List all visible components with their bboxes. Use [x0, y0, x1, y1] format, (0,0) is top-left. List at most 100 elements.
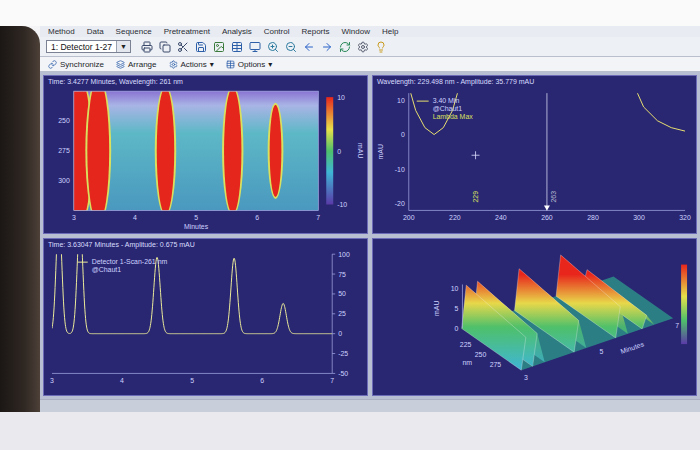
legend-item: @Chaut1: [92, 266, 122, 273]
contour-peak: [85, 91, 111, 210]
spectrum-plot[interactable]: 100-10-20200220240260280300320mAU2292633…: [373, 87, 696, 233]
menu-bar: Method Data Sequence Pretreatment Analysis Co…: [40, 26, 700, 37]
toolbar-button[interactable]: [356, 39, 371, 54]
y-axis-label: mAU: [377, 144, 384, 159]
toolbar-button[interactable]: [176, 39, 191, 54]
y-tick: -50: [332, 369, 348, 376]
chromatogram-plot[interactable]: 1007550250-25-5034567Detector 1-Scan-261…: [44, 250, 367, 396]
z-tick: 0: [455, 324, 459, 331]
table-icon[interactable]: [231, 41, 243, 53]
contour-plot[interactable]: 25027530034567Minutes100-10mAU: [44, 87, 367, 233]
cursor-marker-icon[interactable]: [544, 205, 550, 210]
view-button[interactable]: Options▾: [226, 60, 273, 69]
z-tick: 5: [455, 304, 459, 311]
marker-label: 263: [550, 191, 557, 203]
surface-panel: 1050mAU225250275nm357Minutes: [372, 238, 697, 397]
z-tick: 10: [451, 284, 459, 291]
menu-item[interactable]: Window: [341, 26, 369, 37]
application-window: Method Data Sequence Pretreatment Analysis Co…: [40, 26, 700, 412]
time-axis-label: Minutes: [620, 340, 646, 355]
x-tick: 5: [190, 377, 194, 384]
copy-icon[interactable]: [159, 41, 171, 53]
save-icon[interactable]: [195, 41, 207, 53]
toolbar-button[interactable]: [284, 39, 299, 54]
menu-item[interactable]: Method: [48, 26, 75, 37]
chart-grid: Time: 3.4277 Minutes, Wavelength: 261 nm…: [40, 72, 700, 399]
view-button-icon[interactable]: [226, 60, 235, 69]
dropdown-arrow[interactable]: ▾: [210, 60, 214, 69]
legend-item: Lambda Max: [433, 113, 474, 120]
status-bar: [40, 399, 700, 412]
y-tick: -10: [395, 166, 405, 173]
contour-peak: [268, 103, 284, 199]
menu-item[interactable]: Reports: [301, 26, 329, 37]
toolbar-button[interactable]: [158, 39, 173, 54]
y-tick: -20: [395, 200, 405, 207]
view-button-icon[interactable]: [169, 60, 178, 69]
cursor-line[interactable]: [546, 93, 547, 210]
scale-unit: mAU: [357, 143, 364, 158]
x-tick: 200: [403, 214, 415, 221]
settings-icon[interactable]: [357, 41, 369, 53]
svg-text:0: 0: [338, 330, 342, 337]
toolbar-button[interactable]: [320, 39, 335, 54]
toolbar-button[interactable]: [140, 39, 155, 54]
refresh-icon[interactable]: [339, 41, 351, 53]
view-button[interactable]: Synchronize: [48, 60, 104, 69]
x-tick: 4: [120, 377, 124, 384]
svg-text:75: 75: [338, 270, 346, 277]
printer-icon[interactable]: [141, 41, 153, 53]
time-tick: 5: [600, 348, 604, 355]
chromatogram-panel: Time: 3.63047 Minutes - Amplitude: 0.675…: [43, 238, 368, 397]
menu-item[interactable]: Help: [382, 26, 398, 37]
view-button-icon[interactable]: [48, 60, 57, 69]
y-tick: 0: [401, 131, 405, 138]
arrow-left-icon[interactable]: [303, 41, 315, 53]
x-tick: 6: [255, 214, 259, 221]
svg-text:50: 50: [338, 290, 346, 297]
detector-select[interactable]: 1: Detector 1-27▼: [46, 40, 131, 53]
surface-plot[interactable]: 1050mAU225250275nm357Minutes: [373, 239, 696, 396]
toolbar-button[interactable]: [212, 39, 227, 54]
nm-tick: 250: [475, 351, 487, 358]
svg-text:@Chaut1: @Chaut1: [433, 105, 463, 112]
view-button-icon[interactable]: [116, 60, 125, 69]
wall: [0, 0, 700, 26]
time-tick: 3: [524, 373, 528, 380]
monitor-icon[interactable]: [249, 41, 261, 53]
menu-item[interactable]: Analysis: [222, 26, 252, 37]
dropdown-arrow[interactable]: ▼: [116, 41, 130, 52]
toolbar-button[interactable]: [194, 39, 209, 54]
view-button[interactable]: Actions▾: [169, 60, 214, 69]
dropdown-arrow[interactable]: ▾: [268, 60, 272, 69]
svg-text:-25: -25: [338, 350, 348, 357]
menu-item[interactable]: Control: [264, 26, 290, 37]
toolbar-button[interactable]: [248, 39, 263, 54]
toolbar-button[interactable]: [230, 39, 245, 54]
zoom-out-icon[interactable]: [285, 41, 297, 53]
y-tick: 25: [332, 310, 346, 317]
svg-text:Detector 1-Scan-261 nm: Detector 1-Scan-261 nm: [92, 258, 168, 265]
toolbar-button[interactable]: [338, 39, 353, 54]
y-tick: 250: [58, 117, 70, 124]
view-button[interactable]: Arrange: [116, 60, 156, 69]
nm-tick: 225: [460, 340, 472, 347]
z-axis-label: mAU: [433, 300, 440, 315]
svg-text:@Chaut1: @Chaut1: [92, 266, 122, 273]
toolbar-button[interactable]: [266, 39, 281, 54]
menu-item[interactable]: Pretreatment: [164, 26, 210, 37]
arrow-right-icon[interactable]: [321, 41, 333, 53]
toolbar: 1: Detector 1-27▼: [40, 37, 700, 57]
y-tick: 50: [332, 290, 346, 297]
toolbar-button[interactable]: [302, 39, 317, 54]
toolbar-button[interactable]: [374, 39, 389, 54]
tip-icon[interactable]: [375, 41, 387, 53]
svg-text:-50: -50: [338, 369, 348, 376]
zoom-in-icon[interactable]: [267, 41, 279, 53]
image-icon[interactable]: [213, 41, 225, 53]
menu-item[interactable]: Sequence: [116, 26, 152, 37]
nm-tick: 275: [490, 361, 502, 368]
menu-item[interactable]: Data: [87, 26, 104, 37]
cut-icon[interactable]: [177, 41, 189, 53]
nm-axis-label: nm: [462, 358, 472, 365]
